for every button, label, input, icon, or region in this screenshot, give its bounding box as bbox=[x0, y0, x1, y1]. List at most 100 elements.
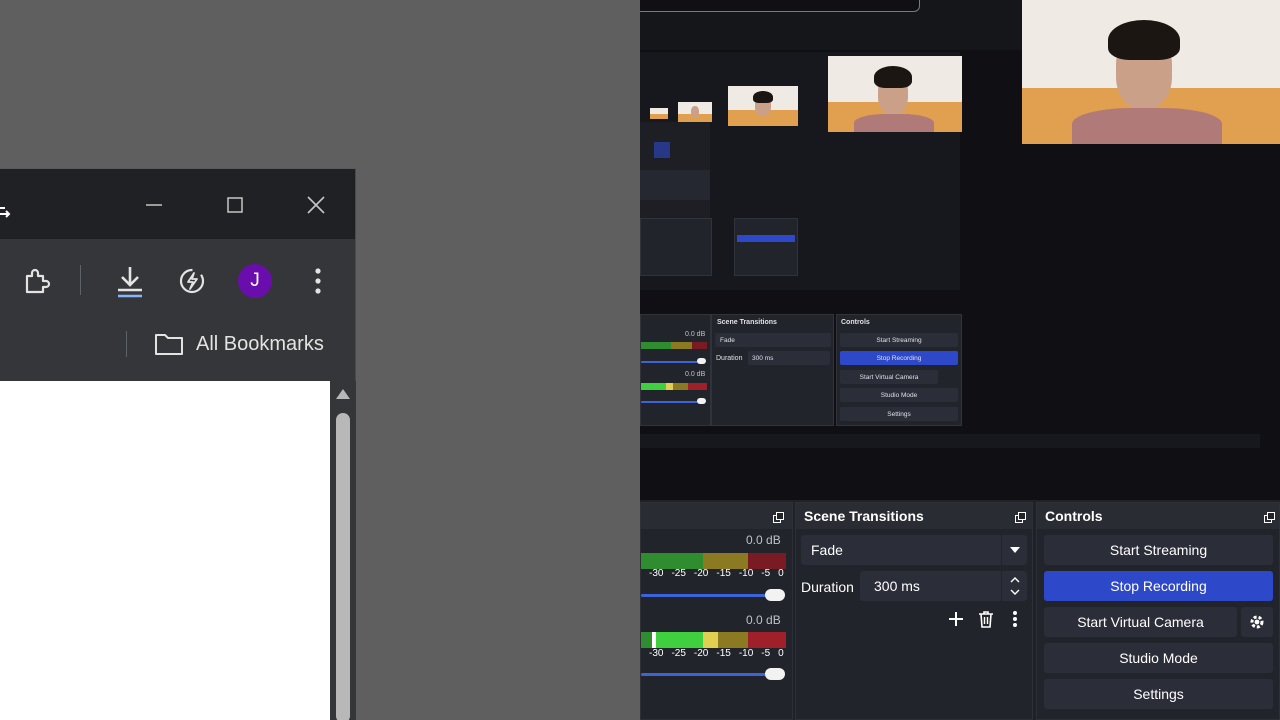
nested-webcam-source-3 bbox=[678, 102, 712, 122]
nested-mini-dock bbox=[640, 218, 712, 276]
mixer-track1-db: 0.0 dB bbox=[746, 533, 781, 547]
scroll-up-arrow-icon[interactable] bbox=[336, 389, 350, 399]
transition-properties-button[interactable] bbox=[1002, 606, 1028, 632]
mid-studio-mode: Studio Mode bbox=[840, 388, 958, 402]
start-streaming-button[interactable]: Start Streaming bbox=[1044, 535, 1273, 565]
dock-undock-icon[interactable] bbox=[773, 510, 784, 523]
mid-scene-transitions: Scene Transitions Fade Duration 300 ms bbox=[711, 314, 834, 426]
nested-webcam-source-4 bbox=[650, 108, 668, 119]
nested-mini-controls bbox=[734, 218, 798, 276]
plus-icon bbox=[949, 612, 963, 626]
mid-slider-knob-2 bbox=[697, 398, 706, 404]
mid-meter-2 bbox=[641, 383, 707, 390]
performance-button[interactable] bbox=[172, 261, 212, 301]
nested-obs-preview bbox=[640, 52, 962, 290]
preview-frame-border bbox=[640, 0, 920, 12]
studio-mode-button[interactable]: Studio Mode bbox=[1044, 643, 1273, 673]
mid-db-2: 0.0 dB bbox=[685, 371, 706, 378]
performance-icon bbox=[179, 268, 205, 294]
nested-webcam-source bbox=[828, 56, 962, 132]
mixer-track2-volume-knob[interactable] bbox=[765, 668, 785, 680]
mixer-track1-meter bbox=[641, 553, 786, 569]
scrollbar-thumb[interactable] bbox=[336, 413, 350, 720]
more-vertical-icon bbox=[1013, 611, 1017, 627]
bookmarks-separator bbox=[126, 331, 127, 357]
remove-transition-button[interactable] bbox=[973, 606, 999, 632]
more-vertical-icon bbox=[315, 268, 321, 294]
mid-slider-2 bbox=[641, 401, 699, 403]
maximize-button[interactable] bbox=[215, 187, 255, 223]
nested-dock-area-1 bbox=[640, 122, 710, 232]
transition-select[interactable]: Fade bbox=[801, 535, 1027, 565]
mid-controls-title: Controls bbox=[841, 319, 870, 326]
browser-titlebar[interactable] bbox=[0, 169, 355, 239]
mixer-track1-volume-slider[interactable] bbox=[641, 594, 773, 597]
duration-label: Duration bbox=[801, 579, 854, 595]
browser-window: J All Bookmarks bbox=[0, 168, 356, 720]
mid-stop-recording: Stop Recording bbox=[840, 351, 958, 365]
maximize-icon bbox=[227, 197, 243, 213]
spinbox-arrows-icon[interactable] bbox=[1001, 571, 1027, 601]
mixer-track1-ticks: -30 -25 -20 -15 -10 -5 0 bbox=[649, 568, 784, 579]
downloads-button[interactable] bbox=[110, 261, 150, 301]
puzzle-icon bbox=[25, 268, 51, 294]
mid-audio-mixer: 0.0 dB 0.0 dB bbox=[640, 314, 711, 426]
controls-title: Controls bbox=[1045, 508, 1103, 524]
mid-start-virtual-camera: Start Virtual Camera bbox=[840, 370, 938, 384]
nested-webcam-source-2 bbox=[728, 86, 798, 126]
trash-icon bbox=[979, 611, 993, 628]
mid-settings: Settings bbox=[840, 407, 958, 421]
gear-icon bbox=[1250, 615, 1264, 629]
mixer-track2-ticks: -30 -25 -20 -15 -10 -5 0 bbox=[649, 648, 784, 659]
mixer-track1-volume-knob[interactable] bbox=[765, 589, 785, 601]
scene-transitions-title: Scene Transitions bbox=[804, 508, 924, 524]
extensions-button[interactable] bbox=[16, 261, 56, 301]
mid-duration-label: Duration bbox=[716, 355, 743, 362]
controls-titlebar: Controls bbox=[1037, 503, 1279, 529]
mixer-track2-volume-slider[interactable] bbox=[641, 673, 773, 676]
close-icon bbox=[307, 196, 325, 214]
all-bookmarks-button[interactable]: All Bookmarks bbox=[154, 329, 324, 359]
stop-recording-button[interactable]: Stop Recording bbox=[1044, 571, 1273, 601]
download-icon bbox=[118, 267, 142, 298]
chevron-down-icon[interactable] bbox=[1001, 535, 1027, 565]
add-transition-button[interactable] bbox=[943, 606, 969, 632]
duration-value: 300 ms bbox=[874, 578, 920, 594]
mid-db-1: 0.0 dB bbox=[685, 331, 706, 338]
scene-transitions-titlebar: Scene Transitions bbox=[796, 503, 1032, 529]
close-button[interactable] bbox=[296, 187, 336, 223]
controls-dock: Controls Start Streaming Stop Recording … bbox=[1036, 502, 1280, 720]
start-virtual-camera-button[interactable]: Start Virtual Camera bbox=[1044, 607, 1237, 637]
scene-transitions-dock: Scene Transitions Fade Duration 300 ms bbox=[795, 502, 1033, 720]
mid-meter-1 bbox=[641, 342, 708, 349]
toolbar-divider bbox=[80, 265, 81, 295]
browser-page-content[interactable] bbox=[0, 381, 330, 720]
mid-scene-transitions-title: Scene Transitions bbox=[717, 319, 777, 326]
mid-transition-select: Fade bbox=[715, 333, 831, 347]
transition-select-value: Fade bbox=[811, 542, 843, 558]
minimize-button[interactable] bbox=[134, 187, 174, 223]
mid-duration-field: 300 ms bbox=[748, 351, 830, 365]
resize-cursor-icon bbox=[0, 207, 12, 221]
audio-mixer-dock: 0.0 dB -30 -25 -20 -15 -10 -5 0 0.0 dB -30 -25-… bbox=[640, 502, 793, 720]
virtual-camera-settings-button[interactable] bbox=[1241, 607, 1273, 637]
duration-spinbox[interactable]: 300 ms bbox=[860, 571, 1027, 601]
obs-window: 0.0 dB 0.0 dB Scene Transitions Fade Dur… bbox=[640, 0, 1280, 720]
mid-slider-knob-1 bbox=[697, 358, 706, 364]
audio-mixer-titlebar bbox=[641, 503, 792, 529]
mid-start-streaming: Start Streaming bbox=[840, 333, 958, 347]
preview-scrollbar[interactable] bbox=[640, 434, 1260, 448]
mixer-track2-db: 0.0 dB bbox=[746, 613, 781, 627]
mid-controls: Controls Start Streaming Stop Recording … bbox=[836, 314, 962, 426]
minimize-icon bbox=[146, 204, 162, 206]
webcam-source[interactable] bbox=[1022, 0, 1280, 144]
folder-icon bbox=[155, 334, 183, 355]
mixer-track2-meter bbox=[641, 632, 786, 648]
profile-avatar[interactable]: J bbox=[238, 264, 272, 298]
all-bookmarks-label: All Bookmarks bbox=[196, 332, 324, 355]
mid-slider-1 bbox=[641, 361, 699, 363]
settings-button[interactable]: Settings bbox=[1044, 679, 1273, 709]
browser-menu-button[interactable] bbox=[298, 261, 338, 301]
dock-undock-icon[interactable] bbox=[1264, 510, 1275, 523]
dock-undock-icon[interactable] bbox=[1015, 510, 1026, 523]
